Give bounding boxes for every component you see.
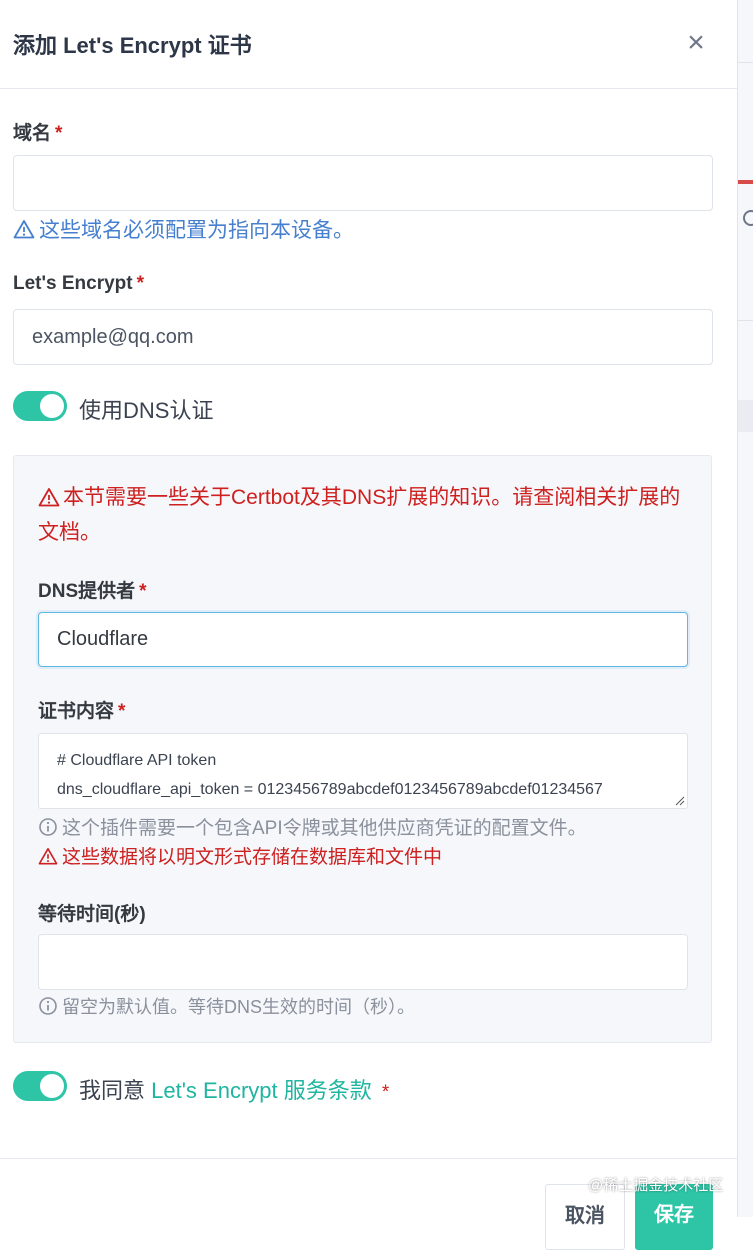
- background-search-icon: [737, 208, 753, 238]
- credentials-plaintext-warning: 这些数据将以明文形式存储在数据库和文件中: [38, 842, 442, 869]
- credentials-info-hint-text: 这个插件需要一个包含API令牌或其他供应商凭证的配置文件。: [62, 818, 587, 839]
- propagation-seconds-input[interactable]: [38, 934, 688, 990]
- dns-provider-value: Cloudflare: [57, 628, 149, 650]
- dns-provider-label-text: DNS提供者: [38, 581, 136, 602]
- credentials-line: # Cloudflare API token: [57, 752, 217, 769]
- background-divider: [737, 320, 753, 321]
- warning-icon: [38, 847, 58, 864]
- warning-icon: [13, 220, 35, 239]
- credentials-label-text: 证书内容: [38, 701, 115, 722]
- terms-of-service-link[interactable]: Let's Encrypt 服务条款: [151, 1078, 372, 1103]
- domain-hint: 这些域名必须配置为指向本设备。: [13, 214, 354, 244]
- background-accent-line: [737, 180, 753, 184]
- credentials-label: 证书内容 *: [38, 696, 125, 723]
- toggle-knob: [40, 394, 64, 418]
- dns-knowledge-warning: 本节需要一些关于Certbot及其DNS扩展的知识。请查阅相关扩展的文档。: [38, 480, 688, 550]
- close-button[interactable]: ×: [683, 28, 709, 58]
- background-block: [737, 400, 753, 432]
- resize-handle-icon[interactable]: [675, 796, 685, 806]
- propagation-seconds-label: 等待时间(秒): [38, 899, 146, 926]
- dns-provider-select[interactable]: Cloudflare: [38, 612, 688, 667]
- required-mark: *: [136, 273, 145, 294]
- dns-challenge-label: 使用DNS认证: [79, 398, 214, 423]
- email-input[interactable]: example@qq.com: [13, 309, 713, 365]
- modal-header: 添加 Let's Encrypt 证书 ×: [0, 0, 737, 89]
- info-icon: [39, 817, 57, 836]
- required-mark: *: [381, 1082, 390, 1103]
- credentials-plaintext-warning-text: 这些数据将以明文形式存储在数据库和文件中: [62, 847, 443, 868]
- agree-terms-prefix: 我同意: [79, 1078, 146, 1103]
- info-icon: [39, 997, 57, 1015]
- close-icon: ×: [687, 26, 705, 59]
- agree-terms-toggle[interactable]: [13, 1071, 67, 1101]
- toggle-knob: [40, 1074, 64, 1098]
- modal-title: 添加 Let's Encrypt 证书: [13, 33, 252, 58]
- dns-challenge-toggle[interactable]: [13, 391, 67, 421]
- credentials-textarea[interactable]: # Cloudflare API token dns_cloudflare_ap…: [38, 733, 688, 809]
- background-divider: [737, 62, 753, 63]
- propagation-seconds-label-text: 等待时间(秒): [38, 904, 146, 925]
- credentials-line: dns_cloudflare_api_token = 0123456789abc…: [57, 781, 603, 798]
- required-mark: *: [139, 581, 147, 602]
- domain-names-input[interactable]: [13, 155, 713, 211]
- required-mark: *: [118, 701, 126, 722]
- dns-provider-label: DNS提供者 *: [38, 576, 147, 603]
- propagation-seconds-hint-text: 留空为默认值。等待DNS生效的时间（秒）。: [62, 997, 416, 1017]
- domain-label-text: 域名: [13, 123, 52, 144]
- dns-knowledge-warning-text: 本节需要一些关于Certbot及其DNS扩展的知识。请查阅相关扩展的文档。: [38, 486, 681, 544]
- domain-label: 域名 *: [13, 118, 62, 145]
- agree-terms-label: 我同意 Let's Encrypt 服务条款 *: [79, 1073, 389, 1105]
- warning-icon: [38, 488, 60, 507]
- email-value: example@qq.com: [32, 325, 194, 348]
- watermark: @稀土掘金技术社区: [588, 1177, 724, 1194]
- credentials-info-hint: 这个插件需要一个包含API令牌或其他供应商凭证的配置文件。: [38, 813, 587, 840]
- modal-footer-divider: [0, 1158, 737, 1159]
- domain-hint-text: 这些域名必须配置为指向本设备。: [39, 219, 354, 242]
- propagation-seconds-hint: 留空为默认值。等待DNS生效的时间（秒）。: [38, 993, 415, 1019]
- required-mark: *: [55, 123, 63, 144]
- email-label-text: Let's Encrypt: [13, 273, 133, 294]
- email-label: Let's Encrypt *: [13, 273, 144, 295]
- add-certificate-modal: 添加 Let's Encrypt 证书 × 域名 * 这些域名必须配置为指向本设备…: [0, 0, 738, 1250]
